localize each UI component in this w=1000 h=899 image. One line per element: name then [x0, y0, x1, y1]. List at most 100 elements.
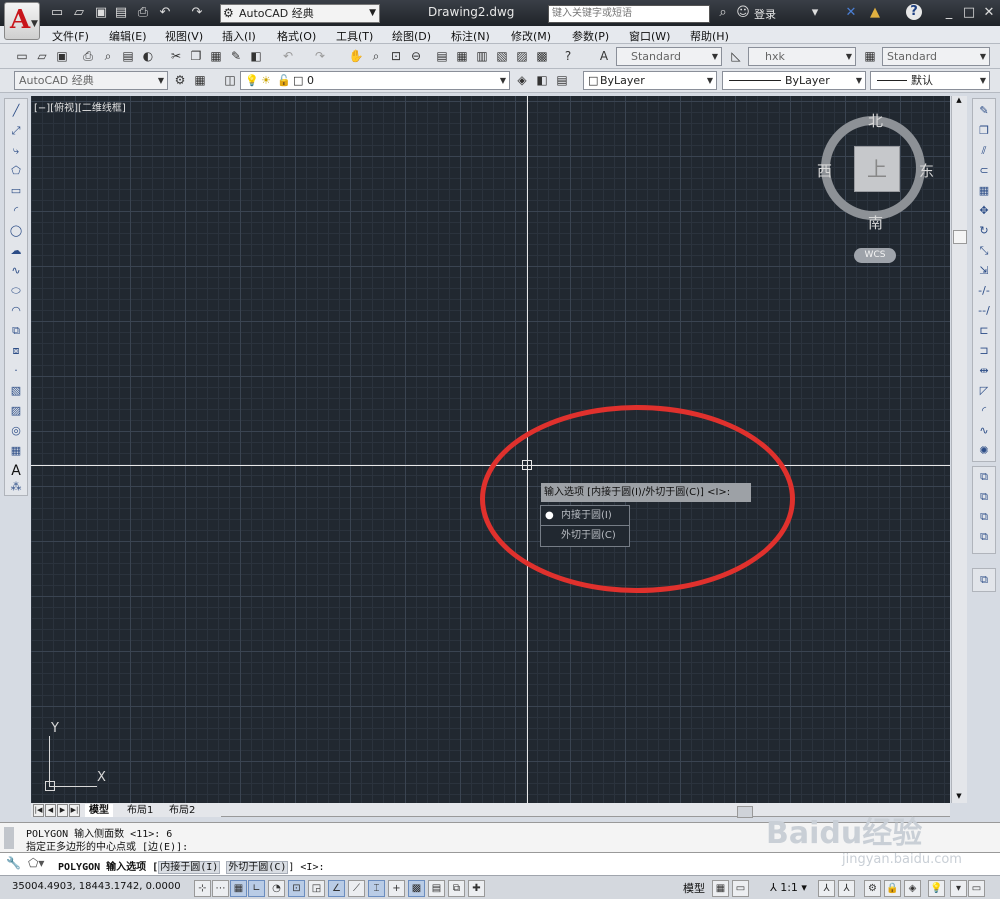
- fillet-icon[interactable]: ◜: [976, 403, 992, 419]
- grid-display-icon[interactable]: ▦: [230, 880, 247, 897]
- restore-icon[interactable]: □: [960, 4, 978, 22]
- layer-previous-icon[interactable]: ◧: [534, 72, 550, 88]
- copy-icon[interactable]: ❐: [188, 48, 204, 64]
- linetype-select[interactable]: ByLayer ▼: [722, 71, 866, 90]
- join-icon[interactable]: ⇹: [976, 363, 992, 379]
- next-tab-icon[interactable]: ▶: [57, 804, 68, 817]
- ellipse-arc-icon[interactable]: ◠: [8, 303, 24, 319]
- customize-wrench-icon[interactable]: 🔧: [6, 856, 21, 870]
- lock-toolbars-icon[interactable]: 🔒: [884, 880, 901, 897]
- mirror-icon[interactable]: ⫽: [976, 143, 992, 159]
- close-icon[interactable]: ✕: [980, 4, 998, 22]
- customize-icon[interactable]: ▦: [192, 72, 208, 88]
- 3d-print-icon[interactable]: ◐: [140, 48, 156, 64]
- previous-tab-icon[interactable]: ◀: [45, 804, 56, 817]
- exchange-icon[interactable]: ✕: [842, 4, 860, 22]
- spline-icon[interactable]: ∿: [8, 263, 24, 279]
- command-option-inscribed[interactable]: 内接于圆(I): [158, 861, 221, 874]
- tab-model[interactable]: 模型: [85, 804, 113, 817]
- color-select[interactable]: □ ByLayer ▼: [583, 71, 717, 90]
- menu-format[interactable]: 格式(O): [277, 28, 316, 44]
- object-snap-icon[interactable]: ⊡: [288, 880, 305, 897]
- menu-file[interactable]: 文件(F): [52, 28, 89, 44]
- paste-icon[interactable]: ▦: [208, 48, 224, 64]
- command-panel-grip[interactable]: [4, 827, 14, 849]
- compass-south[interactable]: 南: [868, 212, 883, 233]
- viewport-controls-label[interactable]: [−][俯视][二维线框]: [34, 99, 126, 114]
- menu-tools[interactable]: 工具(T): [336, 28, 373, 44]
- ortho-mode-icon[interactable]: ∟: [248, 880, 265, 897]
- markup-icon[interactable]: ▨: [514, 48, 530, 64]
- isolate-objects-icon[interactable]: 💡: [928, 880, 945, 897]
- copy-object-icon[interactable]: ❐: [976, 123, 992, 139]
- insert-block-icon[interactable]: ⧉: [8, 323, 24, 339]
- blend-curves-icon[interactable]: ∿: [976, 423, 992, 439]
- search-input[interactable]: 键入关键字或短语: [548, 5, 710, 23]
- selection-cycling-icon[interactable]: ⧉: [448, 880, 465, 897]
- scroll-up-icon[interactable]: ▲: [952, 96, 966, 106]
- construction-line-icon[interactable]: ⤢: [8, 123, 24, 139]
- send-under-icon[interactable]: ⧉: [976, 529, 992, 545]
- menu-modify[interactable]: 修改(M): [511, 28, 551, 44]
- zoom-window-icon[interactable]: ⊡: [388, 48, 404, 64]
- rectangle-icon[interactable]: ▭: [8, 183, 24, 199]
- explode-icon[interactable]: ✺: [976, 443, 992, 459]
- plot-icon[interactable]: ⎙: [80, 48, 96, 64]
- move-icon[interactable]: ✥: [976, 203, 992, 219]
- match-properties-icon[interactable]: ✎: [228, 48, 244, 64]
- zoom-realtime-icon[interactable]: ⌕: [368, 48, 384, 64]
- workspace-select-toolbar[interactable]: AutoCAD 经典 ▼: [14, 71, 168, 90]
- binoculars-icon[interactable]: ⌕: [714, 4, 732, 22]
- command-option-circumscribed[interactable]: 外切于圆(C): [226, 861, 289, 874]
- vertical-scroll-thumb[interactable]: [953, 230, 967, 244]
- last-tab-icon[interactable]: ▶|: [69, 804, 80, 817]
- hatch-icon[interactable]: ▧: [8, 383, 24, 399]
- redo-icon[interactable]: ↷: [312, 48, 328, 64]
- lineweight-icon[interactable]: +: [388, 880, 405, 897]
- cut-icon[interactable]: ✂: [168, 48, 184, 64]
- horizontal-scroll-thumb[interactable]: [737, 806, 753, 818]
- polyline-icon[interactable]: ⤷: [8, 143, 24, 159]
- calculator-icon[interactable]: ▩: [534, 48, 550, 64]
- transparency-icon[interactable]: ▩: [408, 880, 425, 897]
- region-icon[interactable]: ◎: [8, 423, 24, 439]
- bring-to-front-icon[interactable]: ⧉: [976, 469, 992, 485]
- new-icon[interactable]: ▭: [14, 48, 30, 64]
- clean-screen-icon[interactable]: ▭: [968, 880, 985, 897]
- menu-view[interactable]: 视图(V): [165, 28, 203, 44]
- compass-north[interactable]: 北: [868, 110, 883, 131]
- tool-palettes-icon[interactable]: ▥: [474, 48, 490, 64]
- table-icon[interactable]: ▦: [8, 443, 24, 459]
- layer-select[interactable]: 💡 ☀ 🔓 □ 0 ▼: [240, 71, 510, 90]
- table-style-icon[interactable]: ▦: [862, 48, 878, 64]
- table-style-select[interactable]: Standard ▼: [882, 47, 990, 66]
- menu-edit[interactable]: 编辑(E): [109, 28, 147, 44]
- layer-properties-icon[interactable]: ◫: [222, 72, 238, 88]
- dim-style-icon[interactable]: ◺: [728, 48, 744, 64]
- drawing-canvas[interactable]: [−][俯视][二维线框] 上 北 南 东 西 WCS 输入选项 [内接于圆(I…: [31, 96, 950, 803]
- zoom-previous-icon[interactable]: ⊖: [408, 48, 424, 64]
- vertical-scrollbar[interactable]: ▲ ▼: [951, 96, 967, 803]
- object-snap-tracking-icon[interactable]: ∠: [328, 880, 345, 897]
- line-icon[interactable]: ╱: [8, 103, 24, 119]
- user-icon[interactable]: ☺: [734, 4, 752, 22]
- save-as-icon[interactable]: ▤: [112, 4, 130, 22]
- undo-icon[interactable]: ↶: [156, 4, 174, 22]
- first-tab-icon[interactable]: |◀: [33, 804, 44, 817]
- dim-style-select[interactable]: hxk ▼: [748, 47, 856, 66]
- circle-icon[interactable]: ◯: [8, 223, 24, 239]
- print-icon[interactable]: ⎙: [134, 4, 152, 22]
- point-icon[interactable]: ·: [8, 363, 24, 379]
- quick-view-layouts-icon[interactable]: ▦: [712, 880, 729, 897]
- option-circumscribed[interactable]: 外切于圆(C): [541, 526, 629, 545]
- save-icon[interactable]: ▣: [92, 4, 110, 22]
- compass-east[interactable]: 东: [919, 160, 934, 181]
- scale-icon[interactable]: ⤡: [976, 243, 992, 259]
- scroll-down-icon[interactable]: ▼: [952, 792, 966, 802]
- annotation-scale[interactable]: ⅄ 1:1 ▾: [770, 881, 807, 894]
- open-icon[interactable]: ▱: [34, 48, 50, 64]
- save-icon[interactable]: ▣: [54, 48, 70, 64]
- dynamic-ucs-icon[interactable]: ⟋: [348, 880, 365, 897]
- send-to-back-icon[interactable]: ⧉: [976, 489, 992, 505]
- snap-mode-icon[interactable]: ⋯: [212, 880, 229, 897]
